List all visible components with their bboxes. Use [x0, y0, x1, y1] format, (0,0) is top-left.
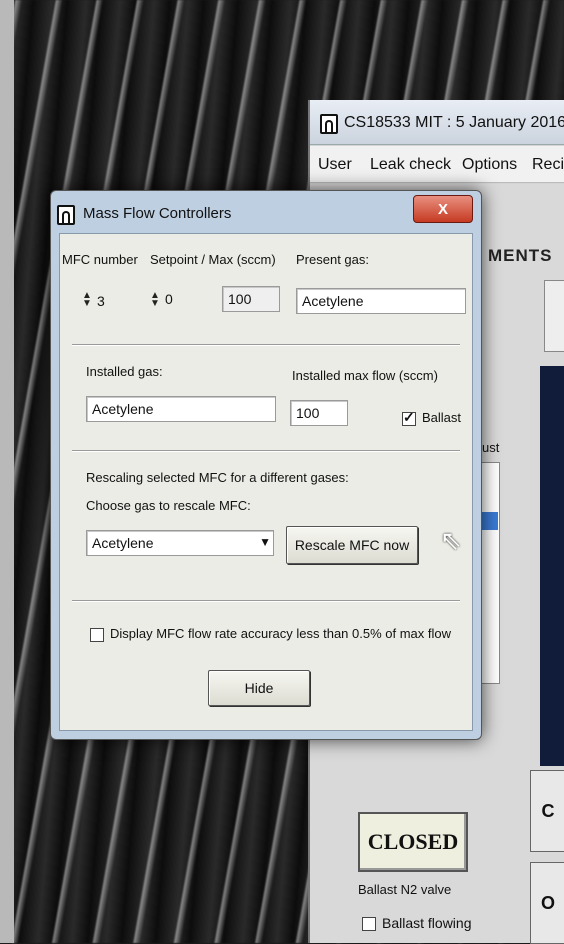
present-gas-field: Acetylene: [296, 288, 466, 314]
dialog-content: MFC number Setpoint / Max (sccm) Present…: [59, 233, 473, 731]
setpoint-max-label: Setpoint / Max (sccm): [150, 252, 276, 267]
main-title-bar: CS18533 MIT : 5 January 2016 v: [310, 100, 564, 145]
ballast-valve-label: Ballast N2 valve: [358, 882, 452, 897]
app-logo-icon: [57, 205, 75, 225]
app-logo-icon: [320, 114, 338, 134]
menu-options[interactable]: Options: [462, 156, 517, 174]
menu-user[interactable]: User: [318, 156, 352, 174]
installed-max-flow-input[interactable]: 100: [290, 400, 348, 426]
separator: [72, 450, 460, 452]
ballast-flowing-box[interactable]: [362, 917, 376, 932]
section-heading: MENTS: [488, 246, 553, 265]
dialog-title: Mass Flow Controllers: [83, 205, 232, 222]
chevron-down-icon[interactable]: ▼: [259, 535, 271, 549]
ballast-valve-closed-button[interactable]: CLOSED: [358, 812, 468, 872]
main-window-title: CS18533 MIT : 5 January 2016 v: [344, 114, 564, 131]
menu-bar: User Leak check Options Recip: [310, 146, 564, 183]
screen-bezel: [0, 0, 14, 943]
max-flow-field: 100: [222, 286, 280, 312]
close-button[interactable]: X: [413, 195, 473, 223]
mfc-number-spinner-icon[interactable]: ▲ ▼: [82, 291, 92, 309]
mass-flow-controllers-dialog: Mass Flow Controllers X MFC number Setpo…: [50, 190, 482, 740]
present-gas-label: Present gas:: [296, 252, 369, 267]
ballast-label: Ballast: [422, 410, 462, 425]
rescale-gas-select[interactable]: Acetylene ▼: [86, 530, 274, 556]
mfc-number-label: MFC number: [62, 252, 138, 267]
ballast-flowing-checkbox[interactable]: Ballast flowing: [362, 915, 472, 932]
mouse-pointer-icon: ⇖: [440, 525, 462, 555]
dialog-title-bar[interactable]: Mass Flow Controllers X: [51, 191, 481, 233]
display-accuracy-label: Display MFC flow rate accuracy less than…: [110, 626, 452, 641]
display-accuracy-box[interactable]: [90, 627, 104, 642]
separator: [72, 344, 460, 346]
rescaling-info-label: Rescaling selected MFC for a different g…: [86, 470, 349, 485]
installed-gas-label: Installed gas:: [86, 364, 163, 379]
side-button[interactable]: [544, 280, 564, 352]
hide-button[interactable]: Hide: [208, 670, 310, 706]
mfc-number-input[interactable]: 3: [92, 288, 126, 314]
right-button-c[interactable]: C: [530, 770, 564, 852]
choose-gas-label: Choose gas to rescale MFC:: [86, 498, 251, 513]
setpoint-spinner-icon[interactable]: ▲ ▼: [150, 291, 160, 309]
ballast-checkbox-box[interactable]: [402, 409, 416, 426]
menu-recipes[interactable]: Recip: [532, 156, 564, 174]
installed-gas-input[interactable]: Acetylene: [86, 396, 276, 422]
installed-max-flow-label: Installed max flow (sccm): [292, 368, 438, 383]
right-button-o[interactable]: O: [530, 862, 564, 944]
ballast-flowing-label: Ballast flowing: [382, 915, 472, 931]
dark-display-panel: [540, 366, 564, 766]
ballast-checkbox[interactable]: Ballast: [402, 409, 462, 426]
rescale-gas-value: Acetylene: [92, 535, 154, 551]
setpoint-input[interactable]: 0: [160, 286, 212, 312]
close-icon: X: [437, 200, 448, 218]
separator: [72, 600, 460, 602]
list-label: ust: [482, 440, 500, 455]
display-accuracy-checkbox[interactable]: Display MFC flow rate accuracy less than…: [90, 626, 451, 642]
rescale-mfc-button[interactable]: Rescale MFC now: [286, 526, 418, 564]
menu-leak-check[interactable]: Leak check: [370, 156, 451, 174]
